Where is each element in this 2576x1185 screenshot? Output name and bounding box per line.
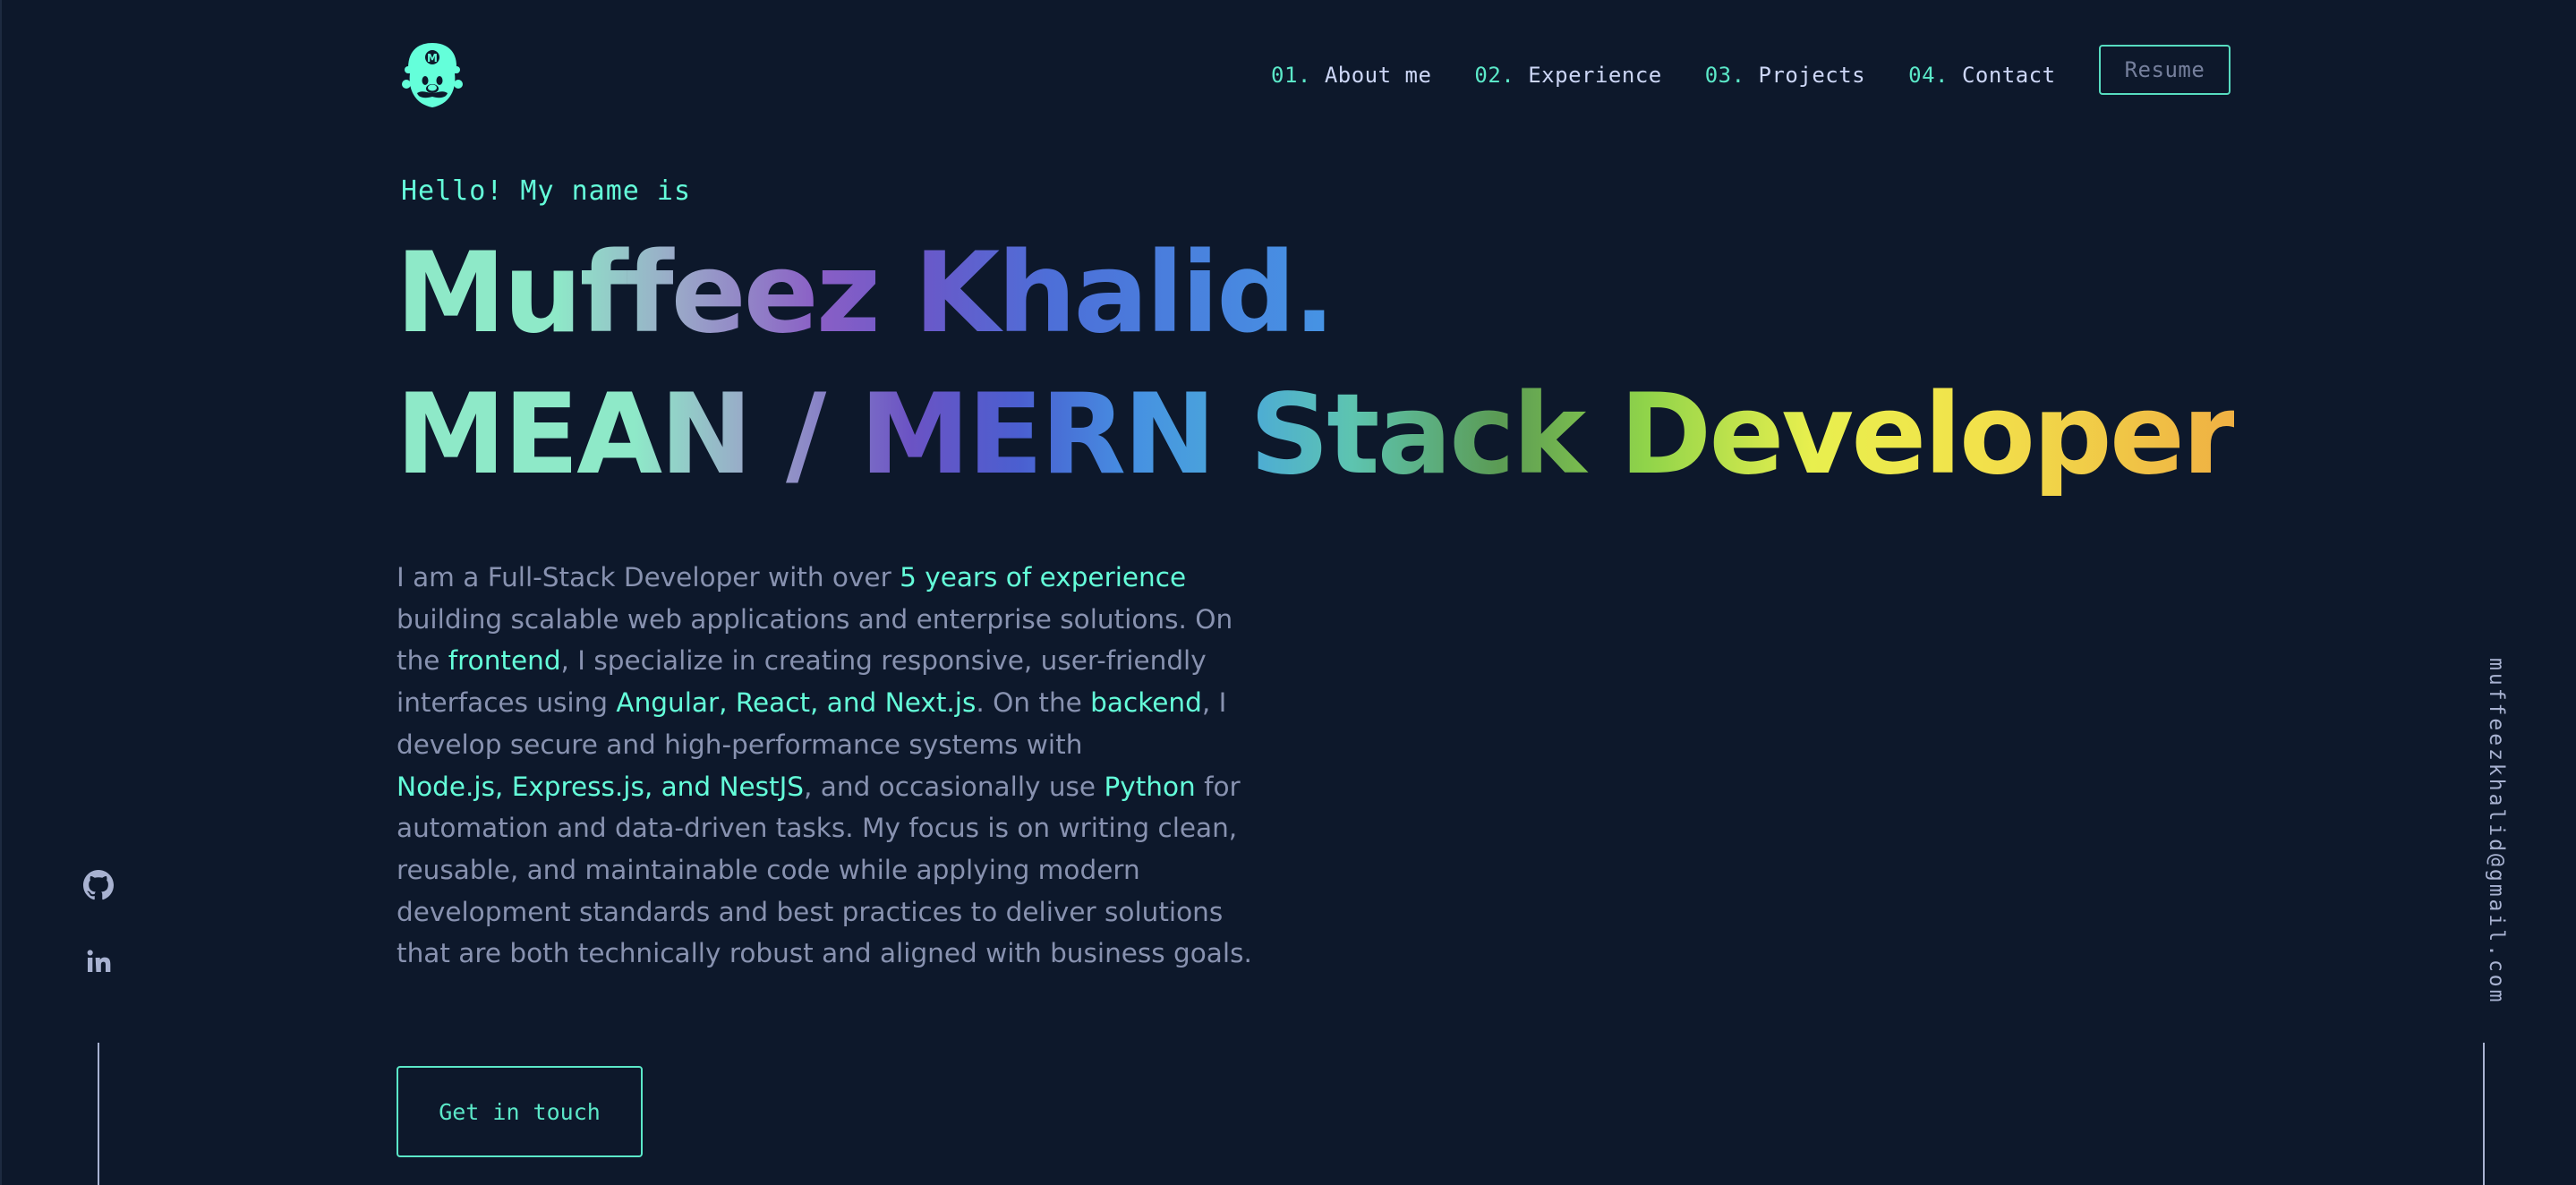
- description-line: Node.js, Express.js, and NestJS, and occ…: [397, 766, 1241, 808]
- left-divider-line: [98, 1043, 99, 1185]
- highlight-text: Node.js, Express.js, and NestJS: [397, 771, 805, 802]
- description-line: development standards and best practices…: [397, 891, 1223, 934]
- highlight-text: Angular, React, and Next.js: [616, 687, 977, 719]
- hero-greeting: Hello! My name is: [401, 175, 692, 207]
- description-line: that are both technically robust and ali…: [397, 933, 1252, 975]
- nav-label: Contact: [1961, 63, 2056, 88]
- nav-label: About me: [1324, 63, 1432, 88]
- description-line: develop secure and high-performance syst…: [397, 724, 1207, 766]
- description-text: interfaces using: [397, 687, 617, 719]
- nav-number: 02.: [1474, 63, 1515, 88]
- get-in-touch-button[interactable]: Get in touch: [397, 1066, 643, 1157]
- nav-item-contact[interactable]: 04. Contact: [1908, 63, 2055, 88]
- description-text: automation and data-driven tasks. My foc…: [397, 813, 1238, 844]
- portfolio-page: M 01. About me 02. Experience 03. Projec…: [0, 0, 2576, 1185]
- description-line: reusable, and maintainable code while ap…: [397, 849, 1207, 891]
- mario-face-icon[interactable]: M: [401, 39, 464, 111]
- nav-number: 04.: [1908, 63, 1949, 88]
- nav-item-about[interactable]: 01. About me: [1271, 63, 1431, 88]
- description-text: , I specialize in creating responsive, u…: [560, 645, 1207, 677]
- hero-description: I am a Full-Stack Developer with over 5 …: [397, 557, 1252, 975]
- description-text: that are both technically robust and ali…: [397, 938, 1252, 969]
- description-text: , and occasionally use: [804, 771, 1105, 802]
- main-nav: 01. About me 02. Experience 03. Projects…: [1271, 45, 2231, 95]
- nav-item-experience[interactable]: 02. Experience: [1474, 63, 1661, 88]
- description-line: building scalable web applications and e…: [397, 599, 1233, 641]
- highlight-text: frontend: [448, 645, 561, 677]
- description-text: . On the: [976, 687, 1091, 719]
- linkedin-icon[interactable]: [81, 943, 116, 979]
- description-text: for: [1195, 771, 1241, 802]
- nav-label: Experience: [1528, 63, 1662, 88]
- description-line: the frontend, I specialize in creating r…: [397, 640, 1207, 682]
- svg-text:M: M: [427, 52, 438, 64]
- description-line: interfaces using Angular, React, and Nex…: [397, 682, 1226, 724]
- resume-button[interactable]: Resume: [2098, 45, 2231, 95]
- email-link[interactable]: muffeezkhalid@gmail.com: [2454, 658, 2508, 1005]
- hero-role: MEAN / MERN Stack Developer: [396, 371, 2237, 499]
- github-icon[interactable]: [81, 867, 116, 903]
- nav-number: 01.: [1271, 63, 1311, 88]
- description-text: building scalable web applications and e…: [397, 603, 1233, 635]
- nav-label: Projects: [1758, 63, 1866, 88]
- description-text: I am a Full-Stack Developer with over: [397, 562, 900, 592]
- description-text: reusable, and maintainable code while ap…: [397, 854, 1140, 885]
- description-text: develop secure and high-performance syst…: [397, 729, 1083, 760]
- description-text: development standards and best practices…: [397, 896, 1224, 927]
- right-divider-line: [2483, 1043, 2485, 1185]
- nav-number: 03.: [1704, 63, 1745, 88]
- highlight-text: 5 years of experience: [900, 562, 1187, 592]
- highlight-text: backend: [1090, 687, 1202, 719]
- description-line: I am a Full-Stack Developer with over 5 …: [397, 557, 1207, 599]
- hero-name: Muffeez Khalid.: [396, 229, 1335, 358]
- description-line: automation and data-driven tasks. My foc…: [397, 807, 1237, 849]
- description-text: , I: [1201, 687, 1227, 719]
- description-text: the: [397, 645, 448, 677]
- highlight-text: Python: [1104, 771, 1196, 802]
- nav-item-projects[interactable]: 03. Projects: [1705, 63, 1865, 88]
